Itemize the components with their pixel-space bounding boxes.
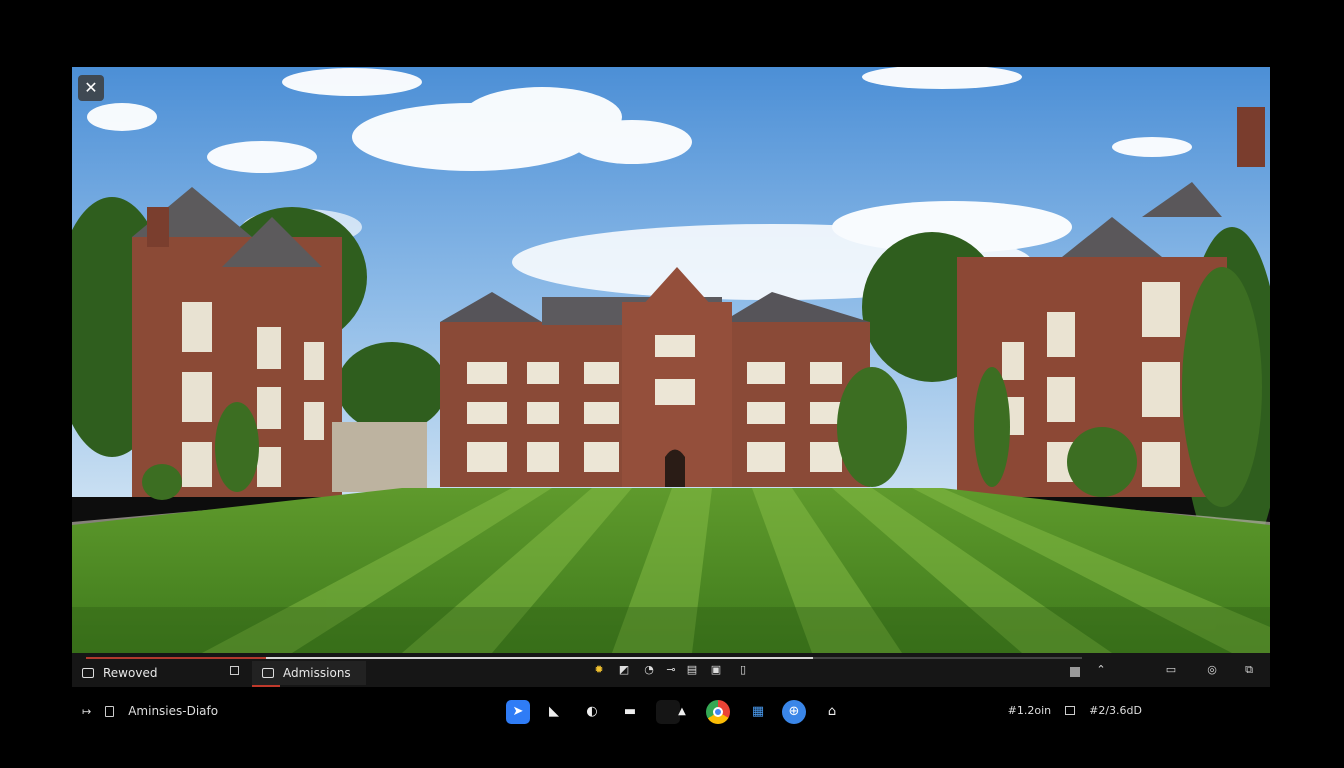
campus-photo [72, 67, 1270, 653]
phone-icon[interactable]: ▯ [736, 663, 750, 677]
tab-admissions[interactable]: Admissions [252, 661, 366, 685]
gallery-icon [82, 668, 94, 678]
window-icon[interactable]: ▬ [618, 700, 642, 724]
chrome-icon[interactable] [706, 700, 730, 724]
close-button[interactable]: ✕ [78, 75, 104, 101]
circle-icon[interactable]: ◎ [1205, 663, 1219, 677]
camera-icon[interactable]: ▭ [1164, 663, 1178, 677]
display-icon[interactable] [1065, 706, 1076, 715]
files-icon[interactable]: ▦ [746, 700, 770, 724]
text-app-icon[interactable]: ▲ [670, 700, 694, 724]
link-icon[interactable]: ⊸ [664, 663, 678, 677]
taskbar-label[interactable]: Aminsies-Diafo [128, 704, 218, 718]
tab-label: Admissions [283, 666, 351, 680]
active-tab-indicator [252, 685, 280, 687]
image-icon[interactable]: ◩ [617, 663, 631, 677]
pdf-icon[interactable]: ▣ [709, 663, 723, 677]
document-icon[interactable] [105, 705, 115, 717]
system-tray: #1.2oin #2/3.6dD [1008, 704, 1142, 717]
clock-icon[interactable]: ◐ [580, 700, 604, 724]
window-icon [262, 668, 274, 678]
chevron-up-icon[interactable]: ⌃ [1094, 663, 1108, 677]
progress-buffer [86, 657, 266, 659]
folder-icon[interactable]: ◣ [542, 700, 566, 724]
tray-text-1[interactable]: #1.2oin [1008, 704, 1051, 717]
start-icon[interactable]: ➤ [506, 700, 530, 724]
volume-icon[interactable] [1070, 667, 1080, 677]
tab-label: Rewoved [103, 666, 158, 680]
viewer-toolbar: Rewoved Admissions ✹ ◩ ◔ ⊸ ▤ ▣ ▯ ⌃ ▭ ◎ ⧉ [72, 653, 1270, 687]
store-icon[interactable]: ⌂ [820, 700, 844, 724]
image-viewer: ✕ Rewoved Admissions ✹ ◩ ◔ ⊸ ▤ ▣ ▯ ⌃ ▭ ◎… [72, 67, 1270, 687]
taskbar: ↦ Aminsies-Diafo ➤ ◣ ◐ ▬ ▲ ▦ ⊕ ⌂ #1.2oin… [72, 696, 1270, 730]
globe-icon[interactable]: ⊕ [782, 700, 806, 724]
expand-icon[interactable]: ⧉ [1242, 663, 1256, 677]
taskbar-left: ↦ Aminsies-Diafo [82, 704, 218, 718]
tray-text-2[interactable]: #2/3.6dD [1089, 704, 1142, 717]
checkbox-icon[interactable] [230, 666, 239, 675]
tab-rewoved[interactable]: Rewoved [82, 661, 244, 685]
pin-icon[interactable]: ↦ [82, 705, 91, 718]
tag-icon[interactable]: ◔ [642, 663, 656, 677]
sun-icon[interactable]: ✹ [592, 663, 606, 677]
grid-icon[interactable]: ▤ [685, 663, 699, 677]
progress-bar[interactable] [86, 657, 1082, 659]
